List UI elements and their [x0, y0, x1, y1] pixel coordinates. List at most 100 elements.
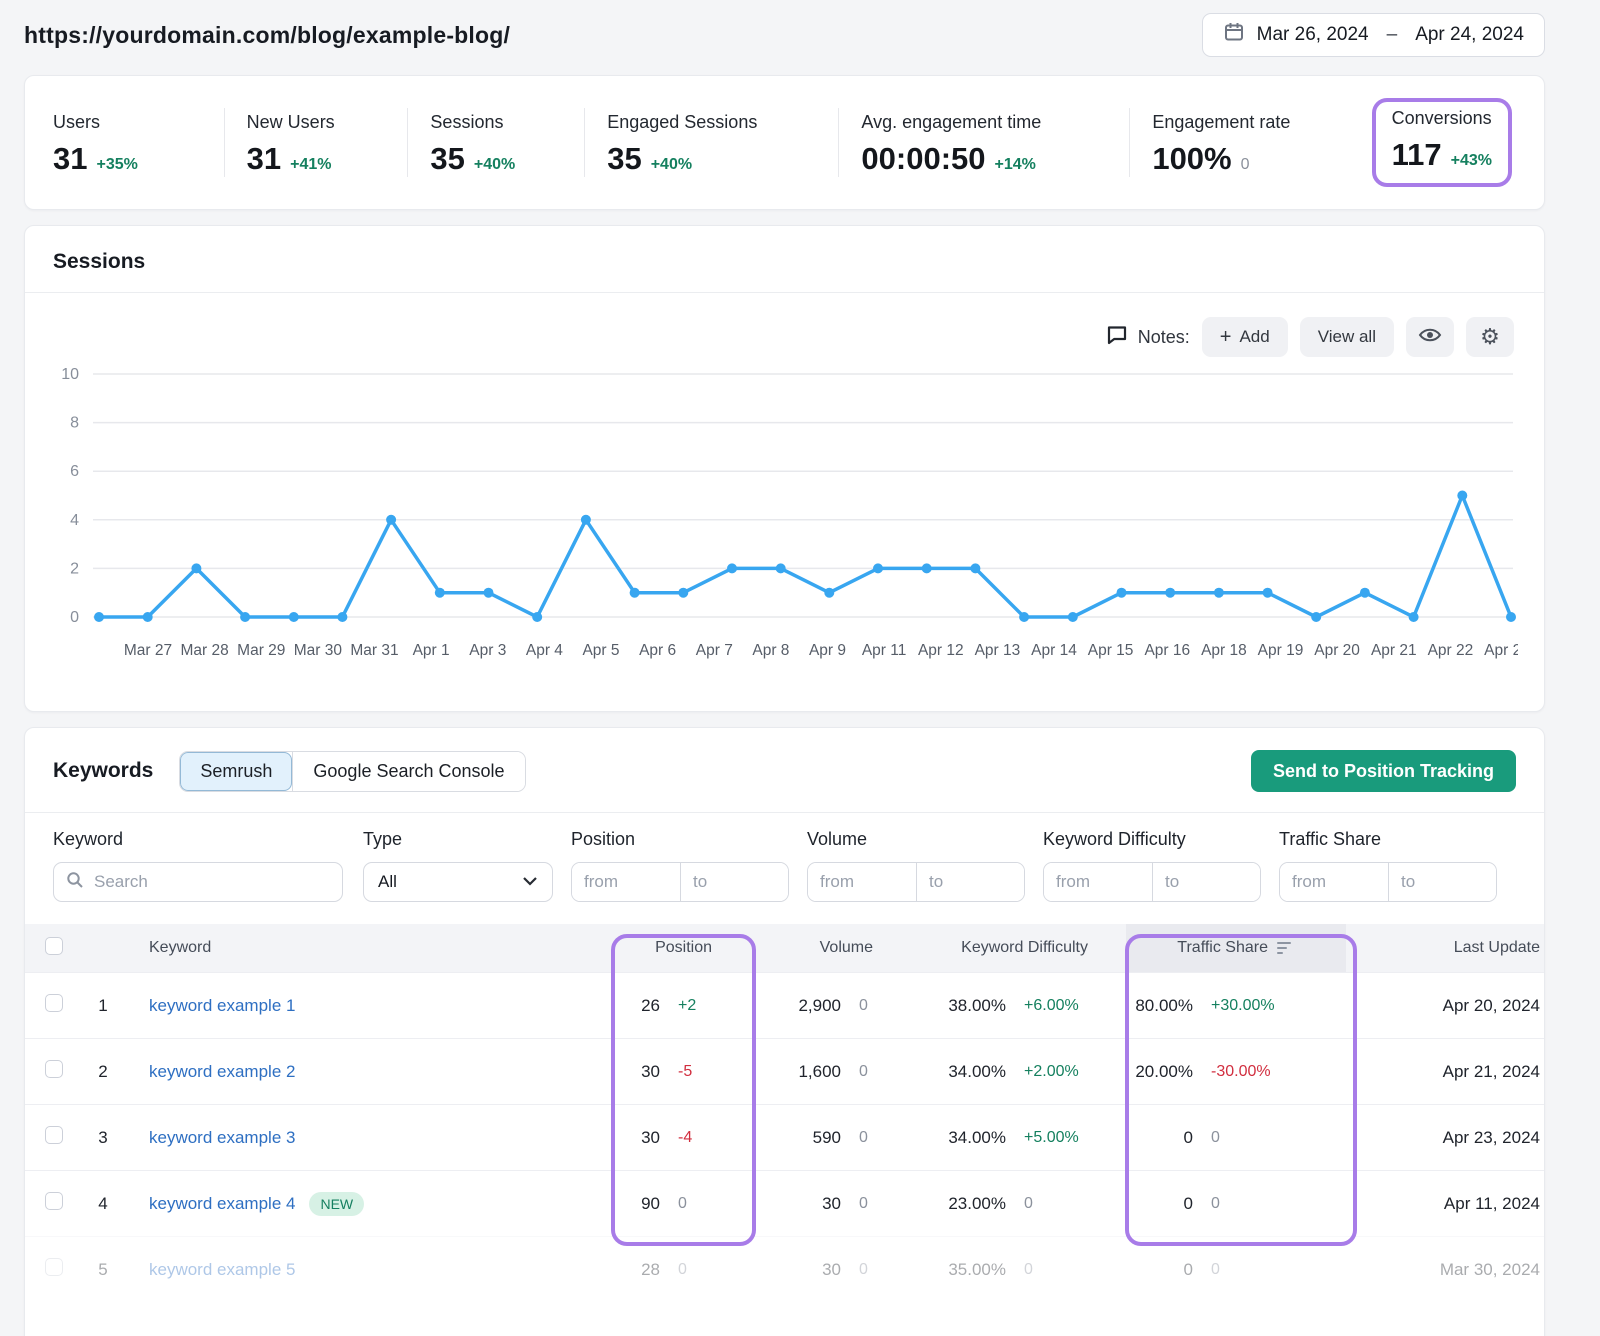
svg-text:Mar 29: Mar 29 [237, 642, 285, 659]
stat-value: 00:00:50 [861, 141, 985, 177]
svg-text:8: 8 [70, 415, 79, 432]
type-select-value: All [378, 872, 397, 892]
date-range-end: Apr 24, 2024 [1415, 24, 1524, 46]
toggle-visibility-button[interactable] [1406, 317, 1454, 357]
table-row: 1 keyword example 1 26+2 2,9000 38.00%+6… [25, 972, 1544, 1038]
header-position[interactable]: Position [591, 939, 741, 957]
filter-type: Type All [363, 829, 553, 902]
traffic-share-delta: +30.00% [1211, 997, 1291, 1015]
svg-text:Apr 4: Apr 4 [526, 642, 563, 659]
notes-label: Notes: [1138, 327, 1190, 348]
difficulty-to-input[interactable] [1152, 863, 1260, 901]
header-last-update[interactable]: Last Update [1346, 939, 1546, 957]
row-checkbox[interactable] [45, 994, 63, 1012]
view-all-notes-button[interactable]: View all [1300, 317, 1394, 357]
position-to-input[interactable] [680, 863, 788, 901]
table-row: 3 keyword example 3 30-4 5900 34.00%+5.0… [25, 1104, 1544, 1170]
keywords-panel: Keywords Semrush Google Search Console S… [24, 727, 1545, 1336]
stat-engaged-sessions: Engaged Sessions 35+40% [584, 108, 838, 177]
last-update-value: Apr 23, 2024 [1346, 1128, 1546, 1148]
keyword-link[interactable]: keyword example 1 [149, 996, 295, 1016]
stat-sessions: Sessions 35+40% [407, 108, 584, 177]
row-checkbox[interactable] [45, 1258, 63, 1276]
stat-label: New Users [247, 112, 408, 133]
keyword-link[interactable]: keyword example 3 [149, 1128, 295, 1148]
send-to-position-tracking-button[interactable]: Send to Position Tracking [1251, 750, 1516, 792]
svg-text:Mar 31: Mar 31 [350, 642, 398, 659]
filter-volume: Volume [807, 829, 1025, 902]
volume-value: 1,600 [798, 1062, 841, 1082]
stat-engagement-rate: Engagement rate 100%0 [1129, 108, 1371, 177]
row-number: 2 [81, 1062, 125, 1082]
sessions-title: Sessions [53, 250, 1516, 274]
svg-text:Apr 5: Apr 5 [582, 642, 619, 659]
keywords-source-tabs: Semrush Google Search Console [179, 751, 525, 792]
row-number: 1 [81, 996, 125, 1016]
position-from-input[interactable] [572, 863, 680, 901]
traffic-share-to-input[interactable] [1388, 863, 1496, 901]
filter-keyword-difficulty-label: Keyword Difficulty [1043, 829, 1261, 850]
traffic-share-from-input[interactable] [1280, 863, 1388, 901]
position-delta: 0 [678, 1261, 712, 1279]
volume-from-input[interactable] [808, 863, 916, 901]
difficulty-delta: 0 [1024, 1261, 1088, 1279]
date-range-picker[interactable]: Mar 26, 2024 – Apr 24, 2024 [1202, 13, 1545, 57]
stat-value: 31 [53, 141, 87, 177]
keyword-link[interactable]: keyword example 4 [149, 1194, 295, 1214]
traffic-share-value: 80.00% [1135, 996, 1193, 1016]
svg-text:Mar 27: Mar 27 [124, 642, 172, 659]
stat-label: Conversions [1392, 108, 1492, 129]
difficulty-value: 34.00% [948, 1062, 1006, 1082]
keyword-search-input[interactable] [94, 872, 330, 892]
position-value: 90 [641, 1194, 660, 1214]
chart-settings-button[interactable]: ⚙ [1466, 317, 1514, 357]
difficulty-value: 23.00% [948, 1194, 1006, 1214]
header-volume[interactable]: Volume [741, 939, 911, 957]
svg-text:0: 0 [70, 609, 79, 626]
svg-text:Apr 14: Apr 14 [1031, 642, 1077, 659]
position-value: 26 [641, 996, 660, 1016]
traffic-share-delta: 0 [1211, 1129, 1291, 1147]
sort-descending-icon [1277, 942, 1291, 955]
header-traffic-share[interactable]: Traffic Share [1126, 924, 1346, 972]
row-checkbox[interactable] [45, 1126, 63, 1144]
volume-delta: 0 [859, 1261, 873, 1279]
volume-value: 30 [822, 1194, 841, 1214]
filter-volume-label: Volume [807, 829, 1025, 850]
svg-text:10: 10 [61, 366, 79, 383]
keyword-link[interactable]: keyword example 2 [149, 1062, 295, 1082]
row-checkbox[interactable] [45, 1192, 63, 1210]
plus-icon: + [1220, 327, 1232, 347]
row-checkbox[interactable] [45, 1060, 63, 1078]
stat-label: Engagement rate [1152, 112, 1371, 133]
header-keyword[interactable]: Keyword [125, 939, 591, 957]
svg-text:Apr 3: Apr 3 [469, 642, 506, 659]
row-number: 4 [81, 1194, 125, 1214]
volume-delta: 0 [859, 1063, 873, 1081]
traffic-share-delta: 0 [1211, 1195, 1291, 1213]
filter-traffic-share-label: Traffic Share [1279, 829, 1497, 850]
type-select[interactable]: All [363, 862, 553, 902]
stat-delta: +40% [651, 156, 692, 174]
header-keyword-difficulty[interactable]: Keyword Difficulty [911, 939, 1126, 957]
volume-to-input[interactable] [916, 863, 1024, 901]
add-note-label: Add [1239, 327, 1269, 347]
filter-position: Position [571, 829, 789, 902]
tab-semrush[interactable]: Semrush [180, 752, 292, 791]
filter-type-label: Type [363, 829, 553, 850]
difficulty-from-input[interactable] [1044, 863, 1152, 901]
filter-position-label: Position [571, 829, 789, 850]
svg-text:Apr 6: Apr 6 [639, 642, 676, 659]
note-bubble-icon [1106, 324, 1128, 351]
header-traffic-share-label: Traffic Share [1177, 939, 1268, 957]
stat-delta: +14% [995, 156, 1036, 174]
filter-keyword-difficulty: Keyword Difficulty [1043, 829, 1261, 902]
position-value: 30 [641, 1062, 660, 1082]
date-range-start: Mar 26, 2024 [1257, 24, 1369, 46]
tab-google-search-console[interactable]: Google Search Console [292, 752, 524, 791]
difficulty-delta: +5.00% [1024, 1129, 1088, 1147]
add-note-button[interactable]: + Add [1202, 317, 1288, 357]
select-all-checkbox[interactable] [45, 937, 63, 955]
last-update-value: Apr 11, 2024 [1346, 1194, 1546, 1214]
keyword-link[interactable]: keyword example 5 [149, 1260, 295, 1280]
